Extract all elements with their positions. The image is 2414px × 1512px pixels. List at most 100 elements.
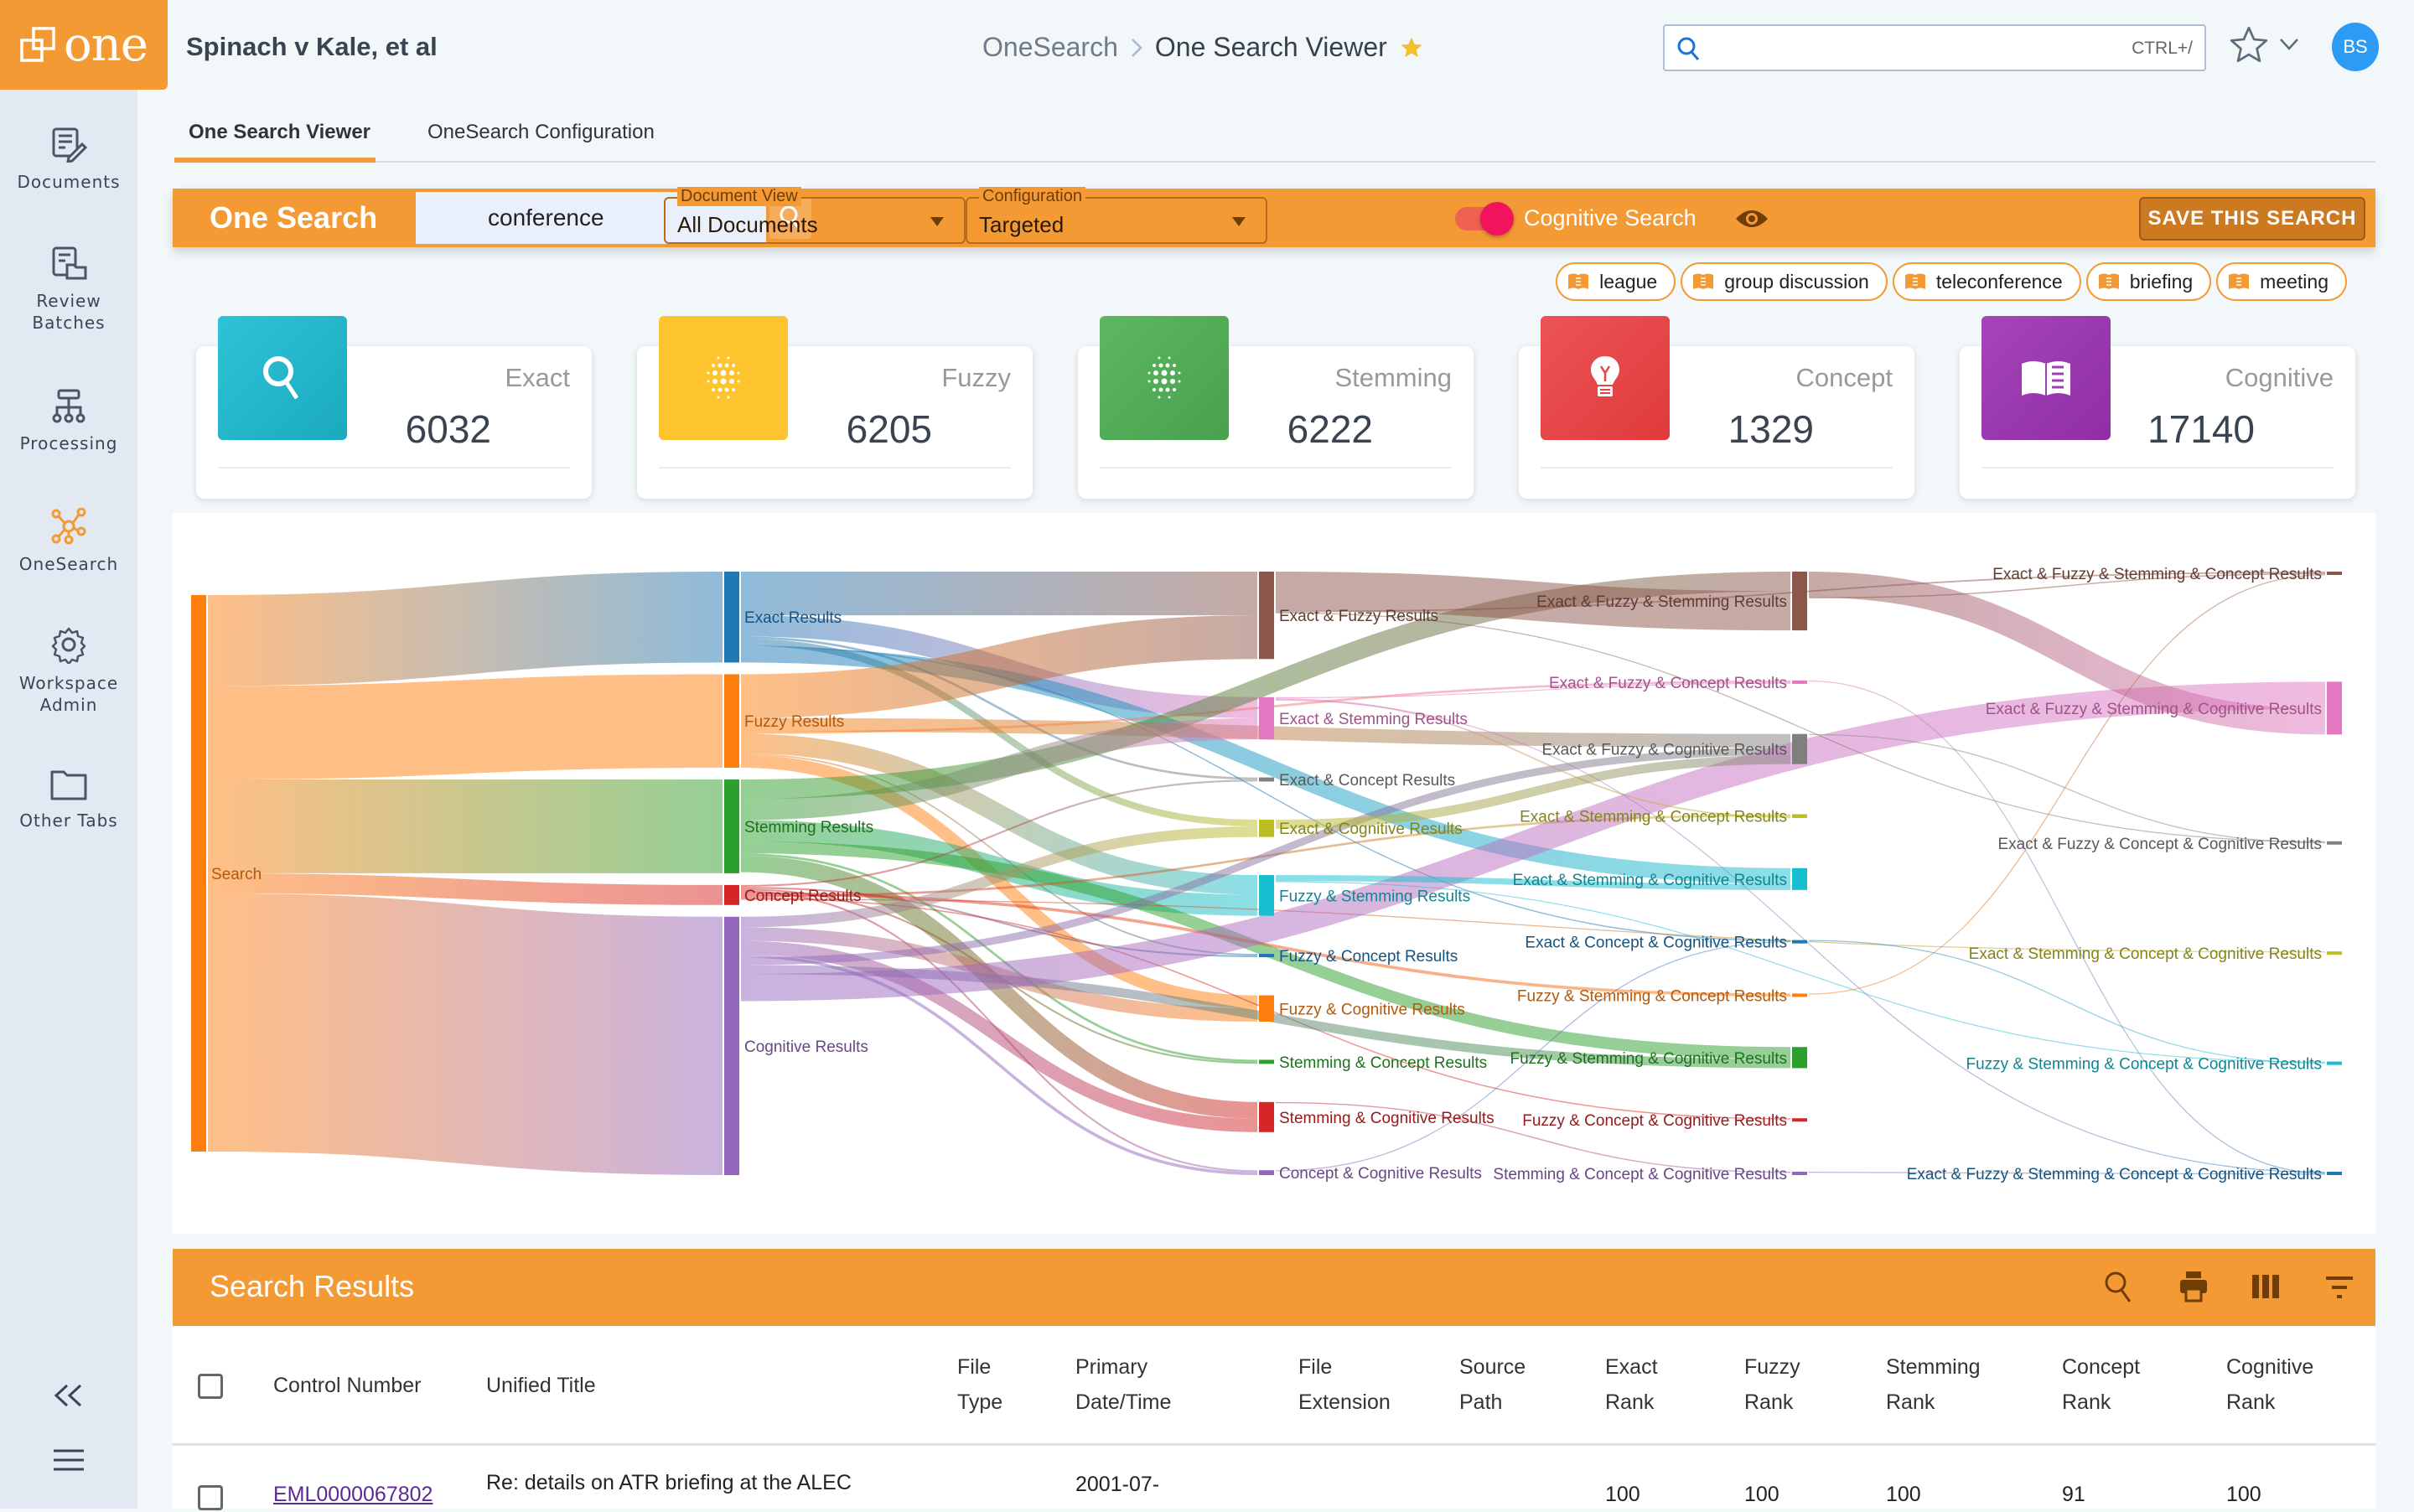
sankey-node-efc[interactable]: [1792, 680, 1807, 684]
sidebar-item-processing[interactable]: Processing: [0, 387, 137, 454]
sankey-node-search[interactable]: [191, 595, 206, 1152]
concept-chip[interactable]: meeting: [2216, 262, 2347, 301]
sankey-link-search-cog[interactable]: [207, 893, 723, 1175]
card-label: Stemming: [1334, 363, 1452, 392]
print-button[interactable]: [2178, 1271, 2209, 1307]
column-header-concept-rank[interactable]: Concept Rank: [2062, 1349, 2140, 1420]
sankey-node-ec[interactable]: [1259, 777, 1274, 782]
tab-onesearch-configuration[interactable]: OneSearch Configuration: [427, 117, 655, 163]
concept-chip[interactable]: league: [1556, 262, 1676, 301]
row-checkbox[interactable]: [198, 1485, 223, 1510]
column-header-fuzzy-rank[interactable]: Fuzzy Rank: [1744, 1349, 1800, 1420]
sankey-node-efg[interactable]: [1792, 733, 1807, 764]
sankey-node-efs[interactable]: [1792, 572, 1807, 631]
sankey-node-fsg[interactable]: [1792, 1047, 1807, 1069]
sankey-node-stem[interactable]: [724, 779, 739, 873]
column-header-exact-rank[interactable]: Exact Rank: [1605, 1349, 1658, 1420]
sankey-node-fcg[interactable]: [1792, 1118, 1807, 1122]
global-search[interactable]: CTRL+/: [1663, 24, 2206, 71]
logo-text: one: [64, 18, 148, 72]
sankey-node-concept[interactable]: [724, 884, 739, 905]
sankey-node-sc[interactable]: [1259, 1059, 1274, 1064]
favorites-button[interactable]: [2228, 23, 2270, 71]
shortcut-hint: CTRL+/: [2132, 39, 2193, 58]
column-header-control-number[interactable]: Control Number: [273, 1368, 421, 1403]
sankey-node-escg[interactable]: [2327, 951, 2342, 955]
tab-one-search-viewer[interactable]: One Search Viewer: [174, 117, 376, 163]
sankey-node-cg[interactable]: [1259, 1170, 1274, 1175]
favorite-star-icon[interactable]: [1399, 35, 1424, 60]
sankey-node-scg[interactable]: [1792, 1172, 1807, 1175]
sankey-node-fc[interactable]: [1259, 954, 1274, 958]
sidebar-item-other-tabs[interactable]: Other Tabs: [0, 768, 137, 831]
view-toggle-button[interactable]: [1734, 207, 1769, 235]
select-all-checkbox[interactable]: [198, 1374, 223, 1399]
user-avatar[interactable]: BS: [2332, 23, 2379, 71]
sankey-node-es[interactable]: [1259, 696, 1274, 740]
sankey-node-exact[interactable]: [724, 572, 739, 663]
concept-chip[interactable]: briefing: [2085, 262, 2212, 301]
filter-button[interactable]: [2325, 1276, 2354, 1303]
sankey-node-fsc[interactable]: [1792, 993, 1807, 997]
sankey-link-es-efscg[interactable]: [1275, 699, 2326, 1173]
sankey-link-efc-efscg[interactable]: [1808, 680, 2326, 1174]
collapse-sidebar-button[interactable]: [52, 1383, 85, 1412]
sankey-link-fs-fscg[interactable]: [1275, 881, 2326, 1063]
sankey-node-efscg[interactable]: [2327, 1172, 2342, 1175]
sidebar-item-review-batches[interactable]: Review Batches: [0, 245, 137, 334]
columns-icon: [2252, 1275, 2279, 1298]
concept-chip[interactable]: group discussion: [1681, 262, 1888, 301]
column-header-primary-date[interactable]: Primary Date/Time: [1075, 1349, 1171, 1420]
favorites-dropdown[interactable]: [2278, 37, 2300, 56]
stat-card-stemming[interactable]: Stemming 6222: [1078, 316, 1474, 499]
column-header-cognitive-rank[interactable]: Cognitive Rank: [2226, 1349, 2313, 1420]
sankey-link-search-fuzzy[interactable]: [207, 674, 723, 780]
sankey-node-efsc[interactable]: [2327, 572, 2342, 575]
stat-card-fuzzy[interactable]: Fuzzy 6205: [637, 316, 1033, 499]
configuration-select[interactable]: Configuration Targeted: [966, 187, 1267, 244]
sankey-node-fscg[interactable]: [2327, 1061, 2342, 1065]
column-header-unified-title[interactable]: Unified Title: [486, 1368, 596, 1403]
sankey-node-fg[interactable]: [1259, 995, 1274, 1023]
stat-card-cognitive[interactable]: Cognitive 17140: [1960, 316, 2355, 499]
menu-button[interactable]: [52, 1448, 85, 1476]
toggle-knob[interactable]: [1480, 202, 1514, 236]
sankey-node-efcg[interactable]: [2327, 841, 2342, 845]
sankey-node-fs[interactable]: [1259, 875, 1274, 916]
sankey-node-eg[interactable]: [1259, 819, 1274, 837]
sankey-node-esc[interactable]: [1792, 814, 1807, 818]
breadcrumb-root[interactable]: OneSearch: [982, 32, 1118, 63]
sankey-node-fuzzy[interactable]: [724, 674, 739, 769]
stat-card-concept[interactable]: Concept 1329: [1519, 316, 1914, 499]
header-line: Source: [1459, 1355, 1526, 1379]
sankey-link-fsc-efsc[interactable]: [1808, 574, 2326, 995]
sankey-link-efg-efcg[interactable]: [1808, 733, 2326, 844]
column-header-stemming-rank[interactable]: Stemming Rank: [1886, 1349, 1981, 1420]
columns-button[interactable]: [2251, 1274, 2280, 1303]
save-search-button[interactable]: SAVE THIS SEARCH: [2139, 197, 2365, 241]
column-header-file-extension[interactable]: File Extension: [1298, 1349, 1391, 1420]
sankey-link-search-concept[interactable]: [207, 873, 723, 905]
sankey-node-esg[interactable]: [1792, 867, 1807, 890]
card-label: Cognitive: [2225, 363, 2334, 392]
sankey-node-cog[interactable]: [724, 916, 739, 1175]
column-header-file-type[interactable]: File Type: [957, 1349, 1002, 1420]
stat-card-exact[interactable]: Exact 6032: [196, 316, 592, 499]
sidebar-item-onesearch[interactable]: OneSearch: [0, 508, 137, 575]
sidebar-item-workspace-admin[interactable]: Workspace Admin: [0, 625, 137, 716]
sankey-node-ef[interactable]: [1259, 572, 1274, 660]
sidebar-item-documents[interactable]: Documents: [0, 126, 137, 193]
sankey-node-label: Exact & Fuzzy & Cognitive Results: [1542, 742, 1788, 759]
concept-chip[interactable]: teleconference: [1892, 262, 2081, 301]
app-logo[interactable]: one: [0, 0, 168, 90]
sankey-node-ecg[interactable]: [1792, 940, 1807, 944]
sankey-link-search-exact[interactable]: [207, 571, 723, 686]
global-search-input[interactable]: [1712, 31, 2097, 65]
document-view-select[interactable]: Document View All Documents: [664, 187, 966, 244]
sankey-node-sg[interactable]: [1259, 1101, 1274, 1132]
sankey-node-efsg[interactable]: [2327, 681, 2342, 735]
results-search-button[interactable]: [2104, 1271, 2134, 1308]
column-header-source-path[interactable]: Source Path: [1459, 1349, 1526, 1420]
control-number-link[interactable]: EML0000067802: [273, 1477, 433, 1512]
divider: [1541, 467, 1893, 469]
